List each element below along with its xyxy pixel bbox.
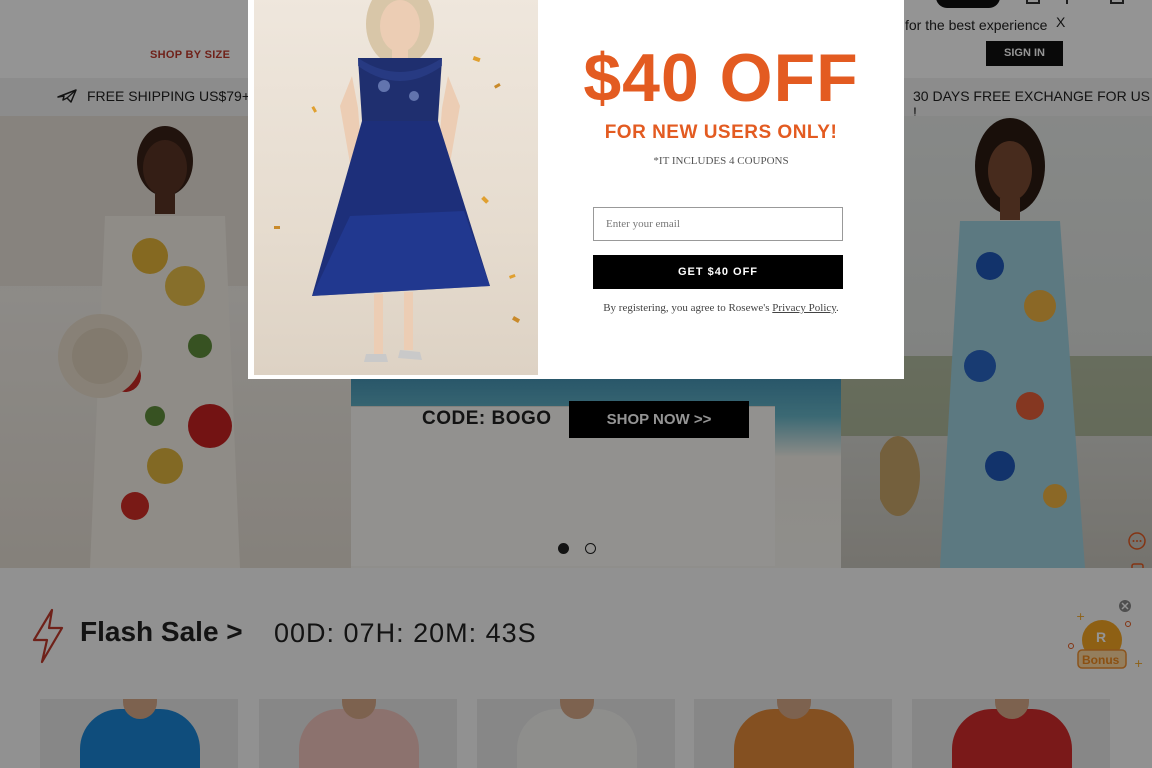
privacy-notice-text: By registering, you agree to Rosewe's xyxy=(603,302,773,314)
privacy-policy-link[interactable]: Privacy Policy xyxy=(772,302,836,314)
email-input[interactable] xyxy=(593,207,843,241)
signup-offer-modal: $40 OFF FOR NEW USERS ONLY! *IT INCLUDES… xyxy=(248,0,904,379)
model-navy-dress-image xyxy=(274,0,521,362)
privacy-notice: By registering, you agree to Rosewe's Pr… xyxy=(538,302,904,314)
offer-headline: $40 OFF xyxy=(583,40,859,116)
coupons-note: *IT INCLUDES 4 COUPONS xyxy=(653,155,789,167)
model-photo xyxy=(254,0,538,375)
offer-subtitle: FOR NEW USERS ONLY! xyxy=(604,122,838,143)
privacy-notice-end: . xyxy=(836,302,839,314)
get-discount-button[interactable]: GET $40 OFF xyxy=(593,255,843,289)
